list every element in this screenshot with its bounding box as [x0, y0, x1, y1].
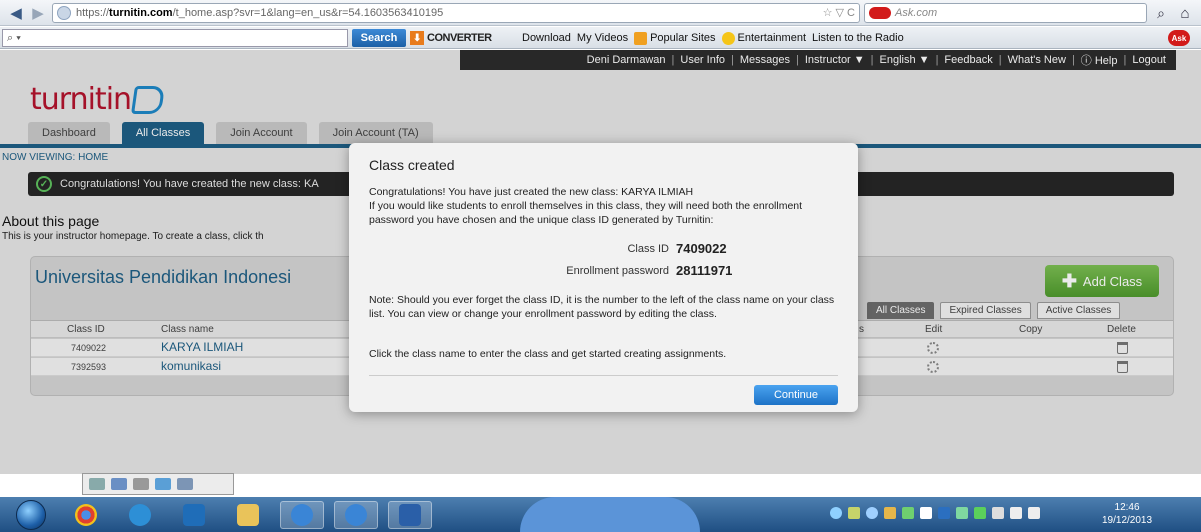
star-icon: [721, 31, 735, 45]
ie-icon[interactable]: [118, 501, 162, 529]
edit-icon[interactable]: [111, 478, 127, 490]
search-tray-icon[interactable]: [830, 507, 842, 519]
app-tray-icon[interactable]: [884, 507, 896, 519]
site-identity-icon: [57, 6, 71, 20]
signal-tray-icon[interactable]: [992, 507, 1004, 519]
battery-tray-icon[interactable]: [1028, 507, 1040, 519]
view-icon[interactable]: [133, 478, 149, 490]
tool-icon[interactable]: [177, 478, 193, 490]
url-prefix: https://: [76, 7, 110, 19]
system-tray: [830, 507, 1040, 519]
dialog-note: Note: Should you ever forget the class I…: [369, 294, 835, 320]
toolbar-search-input[interactable]: ⌕ ▾: [2, 29, 348, 47]
volume-tray-icon[interactable]: [1010, 507, 1022, 519]
back-button[interactable]: ◀: [4, 2, 28, 24]
chrome-icon[interactable]: [64, 501, 108, 529]
dialog-divider: [369, 375, 838, 376]
windows-taskbar: 12:46 19/12/2013: [0, 497, 1201, 532]
clock-date: 19/12/2013: [1102, 515, 1153, 526]
popular-sites-icon: [634, 31, 648, 45]
search-icon[interactable]: ⌕: [1150, 3, 1172, 23]
home-icon[interactable]: ⌂: [1174, 3, 1196, 23]
floating-tool-palette: [82, 473, 234, 495]
flag-tray-icon[interactable]: [920, 507, 932, 519]
continue-button[interactable]: Continue: [754, 385, 838, 405]
video-converter-logo[interactable]: ⬇ CONVERTER: [410, 30, 510, 46]
update-tray-icon[interactable]: [866, 507, 878, 519]
converter-label: CONVERTER: [427, 32, 492, 44]
search-app-icon[interactable]: [280, 501, 324, 529]
dialog-tip: Click the class name to enter the class …: [369, 348, 727, 360]
forward-button[interactable]: ▶: [26, 2, 50, 24]
toolbar-links: Download My Videos Popular Sites Enterta…: [522, 27, 904, 49]
addon-toolbar: ⌕ ▾ Search ⬇ CONVERTER Download My Video…: [0, 27, 1201, 49]
search-app-icon-2[interactable]: [334, 501, 378, 529]
media-player-icon[interactable]: [172, 501, 216, 529]
url-host: turnitin.com: [109, 7, 173, 19]
clock-time: 12:46: [1114, 502, 1140, 513]
ask-button[interactable]: Ask: [1168, 30, 1190, 46]
dialog-message-line2: If you would like students to enroll the…: [369, 200, 803, 226]
ask-logo-icon: [869, 7, 891, 19]
enrollment-password-value: 28111971: [676, 263, 733, 278]
url-path: /t_home.asp?svr=1&lang=en_us&r=54.160356…: [172, 7, 444, 19]
class-id-value: 7409022: [676, 241, 727, 256]
clock[interactable]: 12:46 19/12/2013: [1102, 501, 1152, 527]
toolbar-search-button[interactable]: Search: [352, 29, 406, 47]
dialog-message-line1: Congratulations! You have just created t…: [369, 186, 694, 198]
taskbar-highlight: [520, 497, 700, 532]
network-tray-icon[interactable]: [848, 507, 860, 519]
browser-nav-bar: ◀ ▶ https:// turnitin.com /t_home.asp?sv…: [0, 0, 1201, 26]
word-icon[interactable]: [388, 501, 432, 529]
bookmark-reload-icons[interactable]: ☆ ▽ C: [823, 6, 855, 19]
toolbar-link-popular-sites[interactable]: Popular Sites: [634, 31, 716, 45]
transfer-icon[interactable]: [155, 478, 171, 490]
toolbar-link-radio[interactable]: Listen to the Radio: [812, 32, 904, 44]
warning-tray-icon[interactable]: [902, 507, 914, 519]
forward-arrow-icon: ▶: [32, 5, 44, 22]
start-button-icon[interactable]: [16, 500, 46, 530]
display-tray-icon[interactable]: [974, 507, 986, 519]
download-arrow-icon: ⬇: [410, 31, 424, 45]
dialog-title: Class created: [369, 157, 455, 173]
enrollment-password-label: Enrollment password: [566, 265, 669, 277]
toolbar-search-glyph: ⌕ ▾: [7, 31, 21, 44]
pen-icon[interactable]: [89, 478, 105, 490]
class-id-label: Class ID: [627, 243, 669, 255]
search-engine-placeholder: Ask.com: [895, 7, 938, 19]
folder-icon[interactable]: [226, 501, 270, 529]
sync-tray-icon[interactable]: [956, 507, 968, 519]
toolbar-link-entertainment[interactable]: Entertainment: [721, 31, 806, 45]
search-engine-box[interactable]: Ask.com: [864, 3, 1147, 23]
toolbar-link-download[interactable]: Download: [522, 32, 571, 44]
dialog-message: Congratulations! You have just created t…: [369, 185, 849, 227]
address-bar[interactable]: https:// turnitin.com /t_home.asp?svr=1&…: [52, 3, 860, 23]
back-arrow-icon: ◀: [10, 5, 22, 22]
bluetooth-tray-icon[interactable]: [938, 507, 950, 519]
class-created-dialog: Class created Congratulations! You have …: [349, 143, 858, 412]
toolbar-link-my-videos[interactable]: My Videos: [577, 32, 628, 44]
